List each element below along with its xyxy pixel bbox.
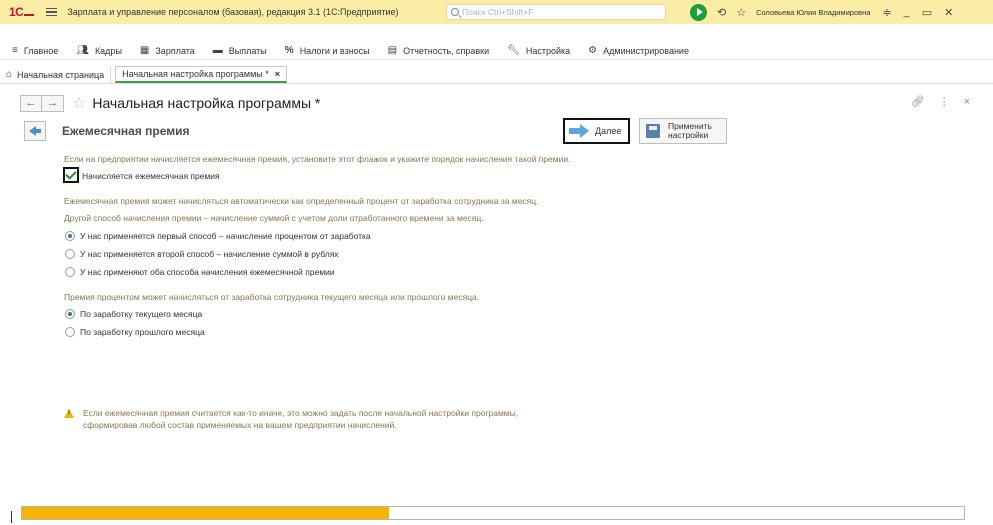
monthly-bonus-label[interactable]: Начисляется ежемесячная премия xyxy=(82,171,220,181)
step-title: Ежемесячная премия xyxy=(62,124,190,138)
tab-initial-setup[interactable]: Начальная настройка программы * × xyxy=(115,66,287,83)
radio-base-current[interactable] xyxy=(65,309,75,319)
radio-method-percent-label[interactable]: У нас применяется первый способ – начисл… xyxy=(80,231,371,241)
save-disk-icon xyxy=(646,124,660,138)
gear-icon: ⚙ xyxy=(588,45,598,56)
search-input[interactable]: Поиск Ctrl+Shift+F xyxy=(446,4,666,20)
intro-text: Если на предприятии начисляется ежемесяч… xyxy=(64,154,571,164)
base-note: Премия процентом может начисляться от за… xyxy=(64,292,480,302)
form-header: ← → ☆ Начальная настройка программы * 🔗︎… xyxy=(20,92,970,114)
menu-item-personnel[interactable]: 👥︎ Кадры xyxy=(76,45,122,56)
radio-method-sum[interactable] xyxy=(65,249,75,259)
tab-bar: ⌂ Начальная страница Начальная настройка … xyxy=(0,66,993,84)
progress-bar xyxy=(21,506,965,520)
close-window-icon[interactable]: ✕ xyxy=(944,6,953,19)
progress-fill xyxy=(22,507,390,519)
app-title: Зарплата и управление персоналом (базова… xyxy=(67,7,399,17)
warning-icon: ! xyxy=(64,409,74,418)
minimize-icon[interactable]: _ xyxy=(904,6,910,18)
more-icon[interactable]: ⋮ xyxy=(939,95,950,108)
tab-home[interactable]: ⌂ Начальная страница xyxy=(0,66,112,83)
link-icon[interactable]: 🔗︎ xyxy=(911,95,925,108)
calculator-icon: ▦ xyxy=(139,45,150,56)
menu-item-reports[interactable]: ▤ Отчетность, справки xyxy=(388,45,490,56)
checkmark-icon xyxy=(65,167,77,180)
hamburger-icon: ≡ xyxy=(12,45,18,56)
restore-icon[interactable]: ▭ xyxy=(922,6,932,19)
method-note-1: Ежемесячная премия может начисляться авт… xyxy=(64,196,539,206)
wrench-icon: 🔧︎ xyxy=(507,45,520,56)
monthly-bonus-checkbox[interactable] xyxy=(63,167,79,183)
favorite-star-icon[interactable]: ☆ xyxy=(72,93,86,113)
app-logo: 1С xyxy=(9,5,35,19)
main-menu-icon[interactable] xyxy=(46,7,58,17)
wallet-icon: ▬ xyxy=(212,45,223,56)
menu-item-salary[interactable]: ▦ Зарплата xyxy=(140,45,195,56)
radio-method-both-label[interactable]: У нас применяют оба способа начисления е… xyxy=(80,267,335,277)
menu-item-admin[interactable]: ⚙ Администрирование xyxy=(588,45,689,56)
menu-item-payments[interactable]: ▬ Выплаты xyxy=(213,45,267,56)
title-bar: 1С Зарплата и управление персоналом (баз… xyxy=(0,0,993,24)
search-placeholder: Поиск Ctrl+Shift+F xyxy=(462,7,534,17)
page-title: Начальная настройка программы * xyxy=(92,95,321,111)
favorites-star-icon[interactable]: ☆ xyxy=(736,6,746,19)
back-arrow-icon[interactable]: ← xyxy=(20,94,42,112)
radio-base-previous[interactable] xyxy=(65,327,75,337)
menu-item-settings[interactable]: 🔧︎ Настройка xyxy=(507,45,570,56)
history-icon[interactable]: ⟲ xyxy=(717,6,726,19)
previous-step-button[interactable] xyxy=(24,121,46,141)
close-form-icon[interactable]: × xyxy=(964,96,970,108)
settings-menu-icon[interactable]: ≑ xyxy=(882,6,891,19)
search-icon xyxy=(451,8,459,16)
next-button[interactable]: Далее xyxy=(563,118,630,144)
apply-settings-button[interactable]: Применить настройки xyxy=(639,118,727,144)
menu-item-taxes[interactable]: % Налоги и взносы xyxy=(285,45,370,56)
user-name[interactable]: Соловьева Юлия Владимировна xyxy=(756,8,870,17)
percent-icon: % xyxy=(284,45,294,56)
radio-method-sum-label[interactable]: У нас применяется второй способ – начисл… xyxy=(80,249,339,259)
method-note-2: Другой способ начисления премии – начисл… xyxy=(64,213,484,223)
close-tab-icon[interactable]: × xyxy=(275,69,280,79)
radio-method-both[interactable] xyxy=(65,267,75,277)
people-icon: 👥︎ xyxy=(76,45,89,56)
report-icon: ▤ xyxy=(387,45,398,56)
menu-item-main[interactable]: ≡ Главное xyxy=(12,45,58,56)
radio-method-percent[interactable] xyxy=(65,231,75,241)
radio-base-previous-label[interactable]: По заработку прошлого месяца xyxy=(80,327,205,337)
warning-text-2: сформировав любой состав применяемых на … xyxy=(83,420,397,430)
warning-text-1: Если ежемесячная премия считается как-то… xyxy=(83,408,519,418)
radio-base-current-label[interactable]: По заработку текущего месяца xyxy=(80,309,202,319)
next-button-label: Далее xyxy=(595,126,622,136)
apply-button-label: Применить настройки xyxy=(668,121,712,140)
text-cursor xyxy=(11,511,12,523)
home-icon: ⌂ xyxy=(6,69,13,80)
sections-menu: ≡ Главное 👥︎ Кадры ▦ Зарплата ▬ Выплаты % Нал… xyxy=(0,42,993,60)
forward-arrow-icon[interactable]: → xyxy=(42,94,64,112)
play-icon[interactable] xyxy=(690,3,707,21)
next-arrow-icon xyxy=(569,124,589,138)
